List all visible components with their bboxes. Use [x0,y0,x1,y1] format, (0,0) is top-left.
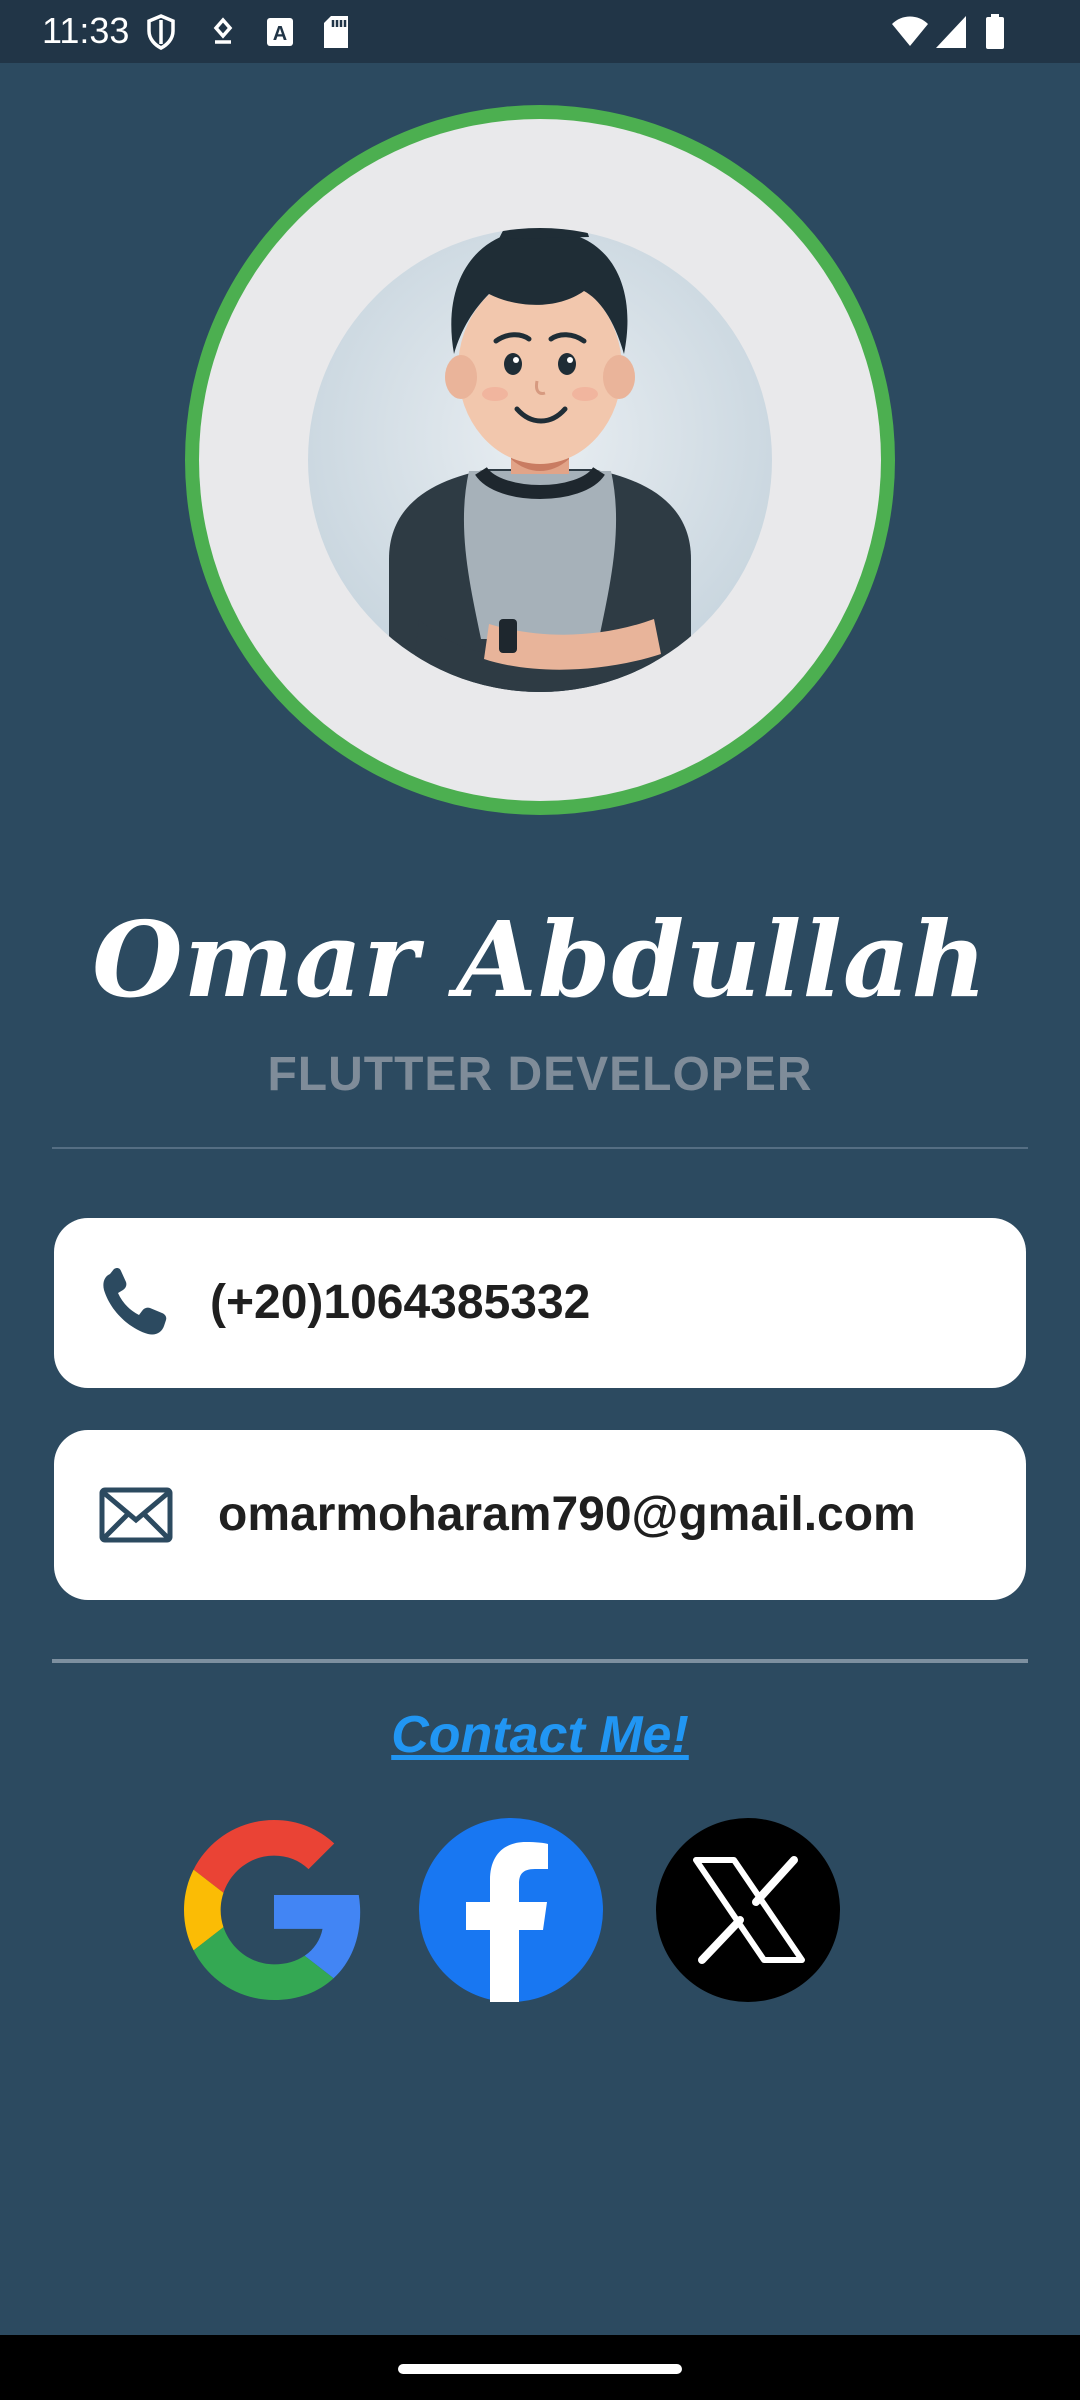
signal-icon [936,16,966,48]
status-time: 11:33 [42,10,130,51]
home-gesture-handle[interactable] [398,2364,682,2374]
cartoon-avatar [308,228,772,692]
wifi-icon [892,16,928,46]
battery-icon [986,14,1004,49]
phone-icon [103,1268,167,1335]
shield-icon [147,14,175,50]
navigation-bar [0,2335,1080,2400]
avatar [185,105,895,815]
sd-card-icon [324,16,348,48]
profile-name: Omar Abdullah [92,898,988,1021]
contact-me-link[interactable]: Contact Me! [0,1700,1080,1770]
facebook-button[interactable] [419,1818,603,2002]
keyboard-a-icon: A [267,18,293,46]
avatar-image [199,119,881,801]
email-address: omarmoharam790@gmail.com [218,1488,916,1541]
x-button[interactable] [656,1818,840,2002]
status-bar: 11:33 A [0,0,1080,63]
x-icon [693,1856,805,1964]
profile-role: FLUTTER DEVELOPER [267,1048,813,1101]
envelope-icon [99,1487,173,1543]
google-button[interactable] [184,1820,364,2000]
svg-text:A: A [273,23,287,45]
download-icon [213,17,233,44]
google-icon [184,1820,361,2000]
phone-number: (+20)1064385332 [210,1276,591,1329]
divider [52,1147,1028,1149]
phone-card[interactable]: (+20)1064385332 [54,1218,1026,1388]
email-card[interactable]: omarmoharam790@gmail.com [54,1430,1026,1600]
facebook-icon [466,1842,548,2002]
divider [52,1659,1028,1663]
